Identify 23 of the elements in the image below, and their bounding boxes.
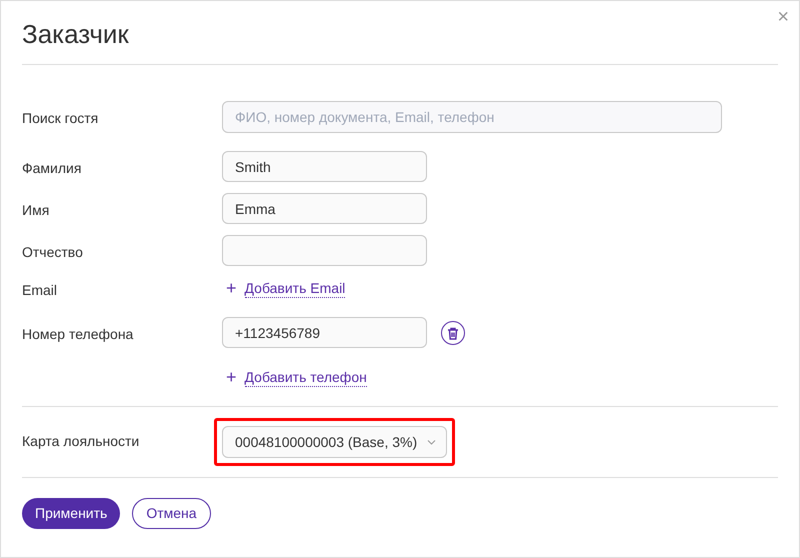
field-label: Email (22, 282, 58, 298)
add-link[interactable]: Добавить телефон (244, 368, 367, 386)
chevron-down-icon (427, 440, 436, 444)
loyalty-card-select[interactable]: 00048100000003 (Base, 3%) (222, 426, 448, 458)
field-label: Фамилия (22, 160, 82, 176)
text-field[interactable]: Smith (222, 151, 427, 182)
text-field[interactable]: Emma (222, 193, 427, 224)
phone-field[interactable]: +1123456789 (222, 317, 427, 348)
field-label: Отчество (22, 244, 83, 260)
apply-button[interactable]: Применить (22, 498, 120, 529)
field-label: Поиск гостя (22, 110, 98, 126)
field-label: Карта лояльности (22, 433, 140, 449)
field-label: Номер телефона (22, 326, 134, 342)
search-field[interactable]: ФИО, номер документа, Email, телефон (222, 101, 722, 133)
text-field[interactable] (222, 235, 427, 266)
plus-icon: + (226, 279, 237, 297)
field-label: Имя (22, 202, 50, 218)
dialog-title: Заказчик (22, 18, 130, 51)
trash-icon (447, 326, 459, 340)
plus-icon: + (226, 368, 237, 386)
cancel-button[interactable]: Отмена (132, 498, 211, 529)
add-link[interactable]: Добавить Email (244, 278, 346, 298)
delete-button[interactable] (441, 321, 465, 345)
